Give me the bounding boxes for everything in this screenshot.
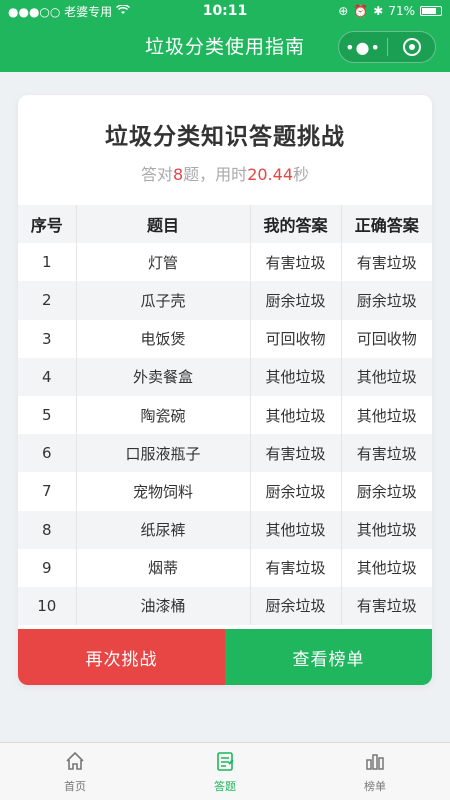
tab-label: 首页 — [64, 779, 86, 793]
answers-table: 序号 题目 我的答案 正确答案 1 灯管 有害垃圾 有害垃圾 2 瓜子壳 厨余垃… — [18, 205, 432, 626]
row-number: 1 — [18, 243, 77, 282]
row-correct-answer: 有害垃圾 — [341, 586, 432, 626]
table-row: 9 烟蒂 有害垃圾 其他垃圾 — [18, 548, 432, 587]
column-header-no: 序号 — [18, 205, 77, 244]
status-time: 10:11 — [202, 3, 248, 19]
column-header-mine: 我的答案 — [250, 205, 342, 244]
retry-button[interactable]: 再次挑战 — [18, 629, 225, 685]
action-buttons: 再次挑战 查看榜单 — [18, 629, 432, 685]
tab-home[interactable]: 首页 — [0, 743, 150, 800]
lock-rotation-icon: ⊕ — [338, 4, 349, 18]
row-number: 5 — [18, 395, 77, 435]
row-correct-answer: 其他垃圾 — [341, 510, 432, 549]
tab-ranking[interactable]: 榜单 — [300, 743, 450, 800]
wifi-icon — [116, 4, 131, 18]
row-my-answer: 其他垃圾 — [250, 510, 342, 549]
table-row: 4 外卖餐盒 其他垃圾 其他垃圾 — [18, 357, 432, 396]
row-number: 10 — [18, 586, 77, 626]
more-icon[interactable]: •●• — [339, 38, 387, 57]
table-row: 5 陶瓷碗 其他垃圾 其他垃圾 — [18, 395, 432, 435]
row-correct-answer: 其他垃圾 — [356, 559, 417, 578]
row-correct-answer: 其他垃圾 — [341, 357, 432, 396]
score-suffix: 秒 — [293, 165, 310, 184]
table-row: 2 瓜子壳 厨余垃圾 厨余垃圾 — [18, 281, 432, 320]
row-item: 陶瓷碗 — [76, 395, 251, 435]
row-item: 纸尿裤 — [76, 510, 251, 549]
row-number: 7 — [18, 472, 77, 511]
tab-label: 答题 — [214, 779, 236, 793]
row-correct-answer: 其他垃圾 — [356, 406, 417, 425]
row-item: 口服液瓶子 — [76, 434, 251, 473]
table-row: 1 灯管 有害垃圾 有害垃圾 — [18, 243, 432, 282]
row-number: 3 — [18, 319, 77, 358]
nav-bar: 垃圾分类使用指南 •●• — [0, 22, 450, 72]
row-number: 8 — [18, 510, 77, 549]
row-correct-answer: 厨余垃圾 — [341, 281, 432, 320]
correct-count: 8 — [172, 165, 184, 184]
row-my-answer-wrong: 厨余垃圾 — [250, 586, 342, 626]
elapsed-time: 20.44 — [247, 165, 293, 184]
score-summary: 答对8题，用时20.44秒 — [18, 161, 432, 185]
ranking-icon — [364, 750, 386, 775]
row-my-answer: 其他垃圾 — [250, 357, 342, 396]
bluetooth-icon: ✱ — [373, 4, 384, 18]
quiz-icon — [214, 750, 236, 775]
carrier-label: ●●●○○ 老婆专用 — [8, 4, 113, 19]
table-row: 10 油漆桶 厨余垃圾 有害垃圾 — [18, 586, 432, 626]
row-correct-answer: 有害垃圾 — [341, 434, 432, 473]
row-item: 烟蒂 — [76, 548, 251, 587]
row-number: 9 — [18, 548, 77, 587]
column-header-answer: 正确答案 — [341, 205, 432, 244]
row-item: 灯管 — [76, 243, 251, 282]
row-my-answer: 其他垃圾 — [250, 395, 342, 435]
row-my-answer: 有害垃圾 — [250, 243, 342, 282]
row-item: 油漆桶 — [76, 586, 251, 626]
row-number: 6 — [18, 434, 77, 473]
row-my-answer: 厨余垃圾 — [250, 281, 342, 320]
battery-percent: 71% — [388, 4, 415, 18]
bottom-tab-bar: 首页 答题 榜单 — [0, 742, 450, 800]
tab-quiz[interactable]: 答题 — [150, 743, 300, 800]
result-card: 垃圾分类知识答题挑战 答对8题，用时20.44秒 序号 题目 我的答案 正确答案… — [18, 95, 432, 685]
battery-icon — [420, 6, 442, 16]
column-header-item: 题目 — [76, 205, 251, 244]
row-my-answer: 厨余垃圾 — [250, 472, 342, 511]
row-item: 瓜子壳 — [76, 281, 251, 320]
quiz-title: 垃圾分类知识答题挑战 — [105, 124, 345, 150]
tab-label: 榜单 — [364, 779, 386, 793]
table-row: 6 口服液瓶子 有害垃圾 有害垃圾 — [18, 434, 432, 473]
table-row: 7 宠物饲料 厨余垃圾 厨余垃圾 — [18, 472, 432, 511]
row-item: 宠物饲料 — [76, 472, 251, 511]
row-number: 4 — [18, 357, 77, 396]
row-item: 外卖餐盒 — [76, 357, 251, 396]
row-correct-answer: 可回收物 — [356, 330, 417, 349]
row-my-answer: 有害垃圾 — [250, 434, 342, 473]
close-button[interactable] — [388, 38, 435, 56]
row-number: 2 — [18, 281, 77, 320]
miniprogram-capsule: •●• — [338, 31, 436, 63]
row-my-answer-wrong: 有害垃圾 — [250, 548, 342, 587]
table-header-row: 序号 题目 我的答案 正确答案 — [18, 205, 432, 244]
score-mid: 题，用时 — [183, 165, 248, 184]
status-bar: ●●●○○ 老婆专用 10:11 ⊕ ⏰ ✱ 71% — [0, 0, 450, 22]
row-item: 电饭煲 — [76, 319, 251, 358]
table-row: 8 纸尿裤 其他垃圾 其他垃圾 — [18, 510, 432, 549]
row-correct-answer: 厨余垃圾 — [356, 482, 417, 501]
alarm-icon: ⏰ — [353, 4, 369, 18]
score-prefix: 答对 — [140, 165, 173, 184]
table-row: 3 电饭煲 可回收物 可回收物 — [18, 319, 432, 358]
view-ranking-button[interactable]: 查看榜单 — [225, 629, 432, 685]
home-icon — [64, 750, 86, 775]
row-correct-answer: 有害垃圾 — [356, 253, 417, 272]
row-my-answer: 可回收物 — [250, 319, 342, 358]
close-circle-icon — [402, 38, 421, 56]
